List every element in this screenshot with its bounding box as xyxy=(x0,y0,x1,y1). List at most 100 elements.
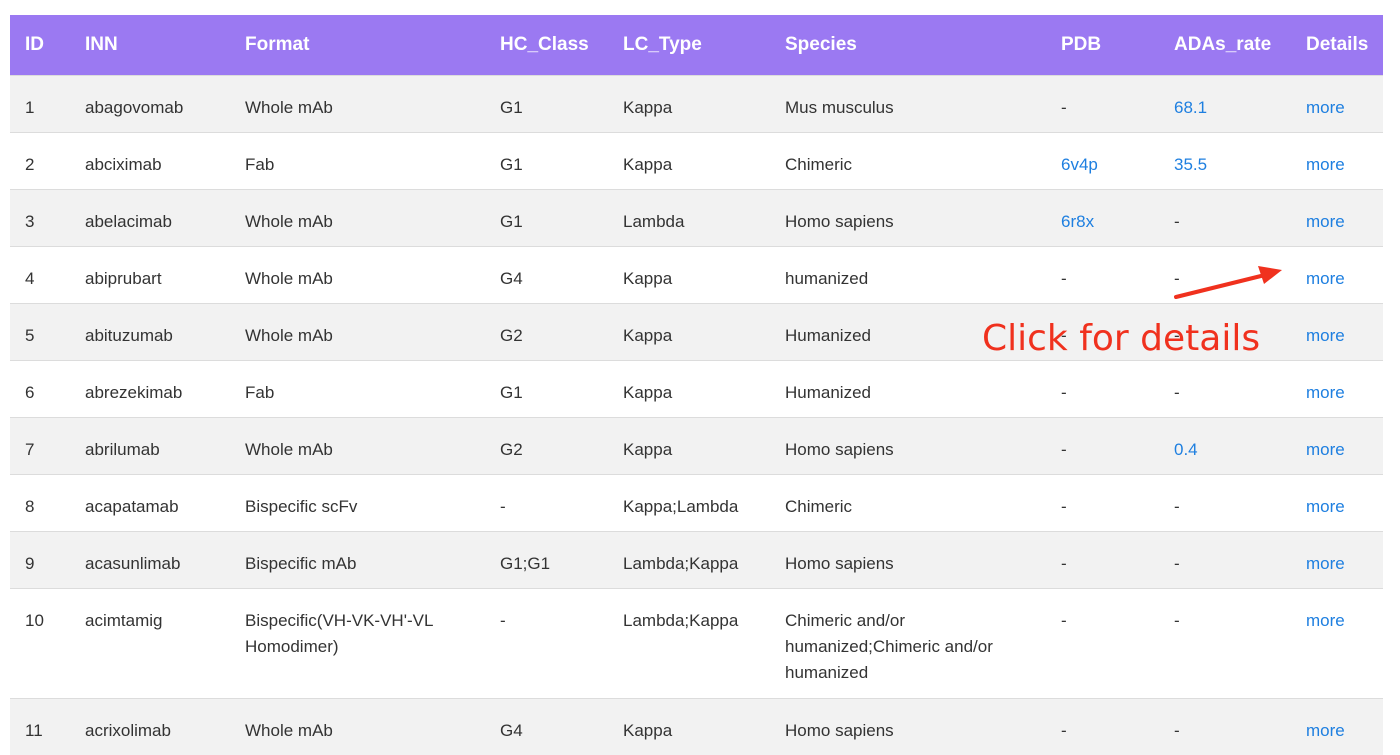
cell-format: Bispecific scFv xyxy=(245,496,358,516)
click-for-details-annotation: Click for details xyxy=(982,318,1261,359)
table-header-row: ID INN Format HC_Class LC_Type Species P… xyxy=(10,15,1383,75)
header-inn[interactable]: INN xyxy=(85,15,245,75)
cell-ada-rate-container: - xyxy=(1174,359,1306,417)
cell-details[interactable]: more xyxy=(1306,269,1345,288)
header-details[interactable]: Details xyxy=(1306,15,1383,75)
cell-pdb-container: - xyxy=(1061,473,1174,531)
cell-details[interactable]: more xyxy=(1306,326,1345,345)
cell-hc-class: G1 xyxy=(500,97,523,117)
cell-pdb[interactable]: 6r8x xyxy=(1061,212,1094,231)
cell-pdb-container: - xyxy=(1061,530,1174,588)
cell-lc-type-container: Kappa xyxy=(623,302,785,360)
cell-hc-class: G1 xyxy=(500,154,523,174)
cell-species-container: Chimeric and/or humanized;Chimeric and/o… xyxy=(785,587,1061,698)
cell-format-container: Whole mAb xyxy=(245,245,500,303)
header-format[interactable]: Format xyxy=(245,15,500,75)
cell-id-container: 9 xyxy=(10,530,85,588)
cell-hc-class-container: G2 xyxy=(500,416,623,474)
cell-details[interactable]: more xyxy=(1306,212,1345,231)
cell-format-container: Whole mAb xyxy=(245,188,500,246)
cell-details[interactable]: more xyxy=(1306,721,1345,740)
cell-inn: acapatamab xyxy=(85,496,179,516)
cell-ada-rate: - xyxy=(1174,382,1180,402)
cell-species: Homo sapiens xyxy=(785,211,894,231)
cell-inn-container: abelacimab xyxy=(85,188,245,246)
cell-id: 5 xyxy=(25,325,35,345)
cell-format-container: Whole mAb xyxy=(245,697,500,755)
cell-lc-type: Kappa xyxy=(623,154,673,174)
cell-format: Whole mAb xyxy=(245,97,333,117)
cell-lc-type-container: Kappa xyxy=(623,697,785,755)
cell-species-container: Humanized xyxy=(785,359,1061,417)
cell-hc-class-container: G1 xyxy=(500,74,623,132)
cell-id: 2 xyxy=(25,154,35,174)
cell-inn: acasunlimab xyxy=(85,553,181,573)
cell-inn-container: abrilumab xyxy=(85,416,245,474)
cell-id: 3 xyxy=(25,211,35,231)
cell-format: Fab xyxy=(245,382,275,402)
cell-details[interactable]: more xyxy=(1306,98,1345,117)
cell-lc-type: Kappa;Lambda xyxy=(623,496,739,516)
cell-id: 4 xyxy=(25,268,35,288)
cell-ada-rate[interactable]: 0.4 xyxy=(1174,440,1198,459)
cell-inn: abagovomab xyxy=(85,97,184,117)
cell-format: Whole mAb xyxy=(245,268,333,288)
table-row: 1 abagovomab Whole mAb G1 Kappa Mus musculus -… xyxy=(10,74,1383,132)
cell-lc-type: Kappa xyxy=(623,97,673,117)
cell-hc-class: G1 xyxy=(500,382,523,402)
cell-pdb-container: 6v4p xyxy=(1061,131,1174,189)
cell-inn-container: acimtamig xyxy=(85,587,245,698)
arrow-icon xyxy=(1174,266,1282,299)
cell-id: 6 xyxy=(25,382,35,402)
cell-details-container: more xyxy=(1306,530,1383,588)
header-species[interactable]: Species xyxy=(785,15,1061,75)
cell-hc-class-container: - xyxy=(500,587,623,698)
cell-ada-rate-container: - xyxy=(1174,530,1306,588)
header-ada-rate[interactable]: ADAs_rate xyxy=(1174,15,1306,75)
cell-species-container: Homo sapiens xyxy=(785,530,1061,588)
header-lc-type[interactable]: LC_Type xyxy=(623,15,785,75)
cell-details[interactable]: more xyxy=(1306,155,1345,174)
cell-hc-class: G1 xyxy=(500,211,523,231)
cell-species: Homo sapiens xyxy=(785,439,894,459)
cell-id: 8 xyxy=(25,496,35,516)
cell-format: Whole mAb xyxy=(245,325,333,345)
cell-format-container: Bispecific mAb xyxy=(245,530,500,588)
cell-pdb[interactable]: 6v4p xyxy=(1061,155,1098,174)
cell-details[interactable]: more xyxy=(1306,611,1345,630)
table-row: 3 abelacimab Whole mAb G1 Lambda Homo sapiens… xyxy=(10,188,1383,246)
cell-details-container: more xyxy=(1306,359,1383,417)
cell-details-container: more xyxy=(1306,416,1383,474)
cell-inn: abituzumab xyxy=(85,325,173,345)
cell-format: Whole mAb xyxy=(245,720,333,740)
cell-species-container: humanized xyxy=(785,245,1061,303)
cell-ada-rate-container: 35.5 xyxy=(1174,131,1306,189)
header-id[interactable]: ID xyxy=(10,15,85,75)
cell-inn: abrezekimab xyxy=(85,382,183,402)
cell-lc-type: Kappa xyxy=(623,325,673,345)
cell-ada-rate[interactable]: 68.1 xyxy=(1174,98,1207,117)
cell-id-container: 5 xyxy=(10,302,85,360)
header-pdb[interactable]: PDB xyxy=(1061,15,1174,75)
cell-pdb-container: - xyxy=(1061,359,1174,417)
cell-inn: abelacimab xyxy=(85,211,172,231)
cell-details[interactable]: more xyxy=(1306,497,1345,516)
cell-inn-container: abagovomab xyxy=(85,74,245,132)
cell-details[interactable]: more xyxy=(1306,440,1345,459)
cell-inn: acrixolimab xyxy=(85,720,171,740)
cell-pdb-container: - xyxy=(1061,74,1174,132)
cell-lc-type-container: Kappa xyxy=(623,131,785,189)
cell-species-container: Chimeric xyxy=(785,473,1061,531)
cell-details[interactable]: more xyxy=(1306,554,1345,573)
cell-ada-rate: - xyxy=(1174,553,1180,573)
header-hc-class[interactable]: HC_Class xyxy=(500,15,623,75)
cell-pdb-container: - xyxy=(1061,416,1174,474)
cell-species-container: Homo sapiens xyxy=(785,188,1061,246)
cell-ada-rate[interactable]: 35.5 xyxy=(1174,155,1207,174)
cell-pdb-container: 6r8x xyxy=(1061,188,1174,246)
cell-details-container: more xyxy=(1306,587,1383,698)
cell-species-container: Chimeric xyxy=(785,131,1061,189)
cell-lc-type: Lambda;Kappa xyxy=(623,610,739,630)
cell-details[interactable]: more xyxy=(1306,383,1345,402)
cell-lc-type-container: Lambda;Kappa xyxy=(623,530,785,588)
